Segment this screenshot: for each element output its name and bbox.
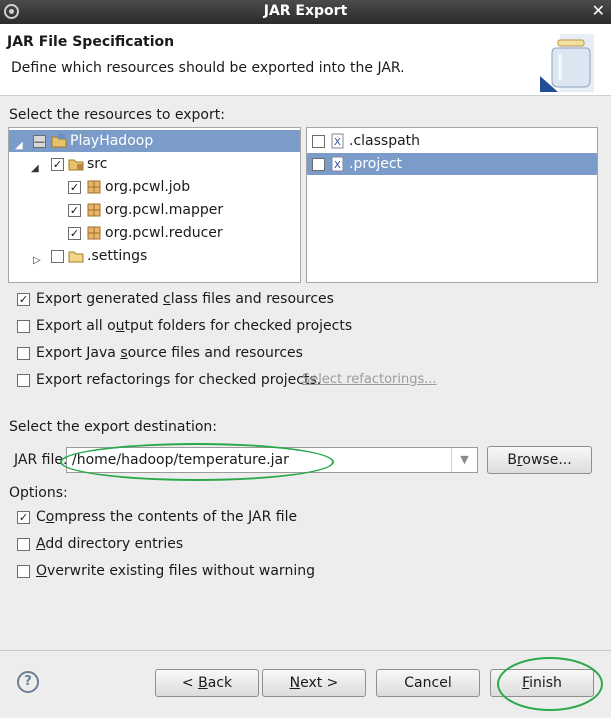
- mnemonic: u: [115, 318, 125, 334]
- page-description: Define which resources should be exporte…: [11, 60, 405, 76]
- expand-arrow-icon[interactable]: ▷: [33, 250, 41, 272]
- mnemonic: N: [289, 675, 301, 691]
- file-item-label: .project: [349, 156, 403, 172]
- tree-checkbox-package[interactable]: ✓: [68, 181, 81, 194]
- window-title: JAR Export: [263, 3, 348, 19]
- project-folder-icon: [51, 134, 67, 148]
- jar-file-label: JAR file:: [14, 452, 68, 468]
- jar-file-combo[interactable]: ▼: [66, 447, 478, 473]
- resources-label: Select the resources to export:: [9, 107, 225, 123]
- export-java-source-checkbox[interactable]: [17, 347, 30, 360]
- page-title: JAR File Specification: [7, 34, 175, 50]
- folder-icon: [68, 251, 84, 263]
- tree-checkbox-src[interactable]: ✓: [51, 158, 64, 171]
- mnemonic: s: [120, 345, 128, 361]
- file-item-label: .classpath: [349, 133, 421, 149]
- export-refactorings-label: Export refactorings for checked projects…: [36, 370, 321, 390]
- compress-checkbox[interactable]: ✓: [17, 511, 30, 524]
- file-item-project[interactable]: X .project: [307, 153, 597, 175]
- resources-file-list[interactable]: X .classpath X .project: [306, 127, 598, 283]
- package-icon: [87, 180, 101, 194]
- export-refactorings-checkbox[interactable]: [17, 374, 30, 387]
- destination-label: Select the export destination:: [9, 419, 218, 435]
- export-output-folders-checkbox[interactable]: [17, 320, 30, 333]
- tree-item-label: org.pcwl.mapper: [105, 202, 224, 218]
- tree-item-package[interactable]: ✓ org.pcwl.job: [9, 176, 300, 198]
- mnemonic: B: [198, 675, 208, 691]
- file-checkbox-project[interactable]: [312, 158, 325, 171]
- button-bar-separator: [0, 650, 611, 651]
- tree-item-settings[interactable]: ▷ .settings: [9, 245, 300, 267]
- export-class-files-checkbox[interactable]: ✓: [17, 293, 30, 306]
- label-part: Export all o: [36, 318, 116, 334]
- label-part: ack: [207, 675, 233, 691]
- tree-item-label: org.pcwl.reducer: [105, 225, 223, 241]
- add-directory-entries-label: Add directory entries: [36, 534, 183, 554]
- dropdown-arrow-icon[interactable]: ▼: [451, 448, 477, 472]
- overwrite-checkbox[interactable]: [17, 565, 30, 578]
- label-part: owse...: [522, 452, 572, 468]
- next-button[interactable]: Next >: [262, 669, 366, 697]
- export-class-files-label: Export generated class files and resourc…: [36, 289, 334, 309]
- source-folder-icon: [68, 159, 84, 171]
- resources-tree[interactable]: ◢ — PlayHadoop ◢ ✓ src ✓ org.pcwl.job ✓ …: [8, 127, 301, 283]
- add-directory-entries-checkbox[interactable]: [17, 538, 30, 551]
- export-java-source-label: Export Java source files and resources: [36, 343, 303, 363]
- mnemonic: c: [163, 291, 171, 307]
- wizard-header: JAR File Specification Define which reso…: [0, 24, 611, 96]
- cancel-button[interactable]: Cancel: [376, 669, 480, 697]
- label-part: dd directory entries: [45, 536, 184, 552]
- svg-text:X: X: [334, 160, 341, 171]
- overwrite-label: Overwrite existing files without warning: [36, 561, 315, 581]
- close-icon[interactable]: ✕: [592, 1, 605, 20]
- jar-file-input[interactable]: [72, 451, 442, 469]
- tree-item-label: org.pcwl.job: [105, 179, 191, 195]
- tree-checkbox-playhadoop[interactable]: —: [33, 135, 46, 148]
- title-bar: JAR Export ✕: [0, 0, 611, 24]
- tree-item-playhadoop[interactable]: ◢ — PlayHadoop: [9, 130, 300, 152]
- tree-checkbox-package[interactable]: ✓: [68, 227, 81, 240]
- label-part: Export refactorings for checked projects…: [36, 372, 322, 388]
- label-part: mpress the contents of the JAR file: [54, 509, 298, 525]
- export-output-folders-label: Export all output folders for checked pr…: [36, 316, 352, 336]
- mnemonic: A: [36, 536, 46, 552]
- svg-text:X: X: [334, 137, 341, 148]
- label-part: ext >: [300, 675, 339, 691]
- label-part: tput folders for checked projects: [124, 318, 353, 334]
- xml-file-icon: X: [331, 156, 344, 172]
- help-icon[interactable]: ?: [17, 671, 39, 693]
- tree-checkbox-settings[interactable]: [51, 250, 64, 263]
- tree-item-label: .settings: [87, 248, 148, 264]
- label-part: Export Java: [36, 345, 121, 361]
- label-part: C: [36, 509, 46, 525]
- label-part: lass files and resources: [170, 291, 334, 307]
- label-part: inish: [529, 675, 562, 691]
- package-icon: [87, 226, 101, 240]
- tree-item-package[interactable]: ✓ org.pcwl.mapper: [9, 199, 300, 221]
- tree-item-label: PlayHadoop: [70, 133, 154, 149]
- label-part: Export generated: [36, 291, 164, 307]
- label-part: B: [507, 452, 517, 468]
- options-label: Options:: [9, 485, 68, 501]
- tree-checkbox-package[interactable]: ✓: [68, 204, 81, 217]
- back-button[interactable]: < Back: [155, 669, 259, 697]
- browse-button[interactable]: Browse...: [487, 446, 592, 474]
- file-checkbox-classpath[interactable]: [312, 135, 325, 148]
- tree-item-src[interactable]: ◢ ✓ src: [9, 153, 300, 175]
- package-icon: [87, 203, 101, 217]
- file-item-classpath[interactable]: X .classpath: [307, 130, 597, 152]
- label-part: ource files and resources: [127, 345, 303, 361]
- label-part: verwrite existing files without warning: [47, 563, 315, 579]
- tree-item-package[interactable]: ✓ org.pcwl.reducer: [9, 222, 300, 244]
- jar-icon: [540, 34, 594, 92]
- xml-file-icon: X: [331, 133, 344, 149]
- compress-label: Compress the contents of the JAR file: [36, 507, 297, 527]
- finish-button[interactable]: Finish: [490, 669, 594, 697]
- select-refactorings-link[interactable]: Select refactorings...: [302, 372, 437, 387]
- mnemonic: O: [36, 563, 48, 579]
- label-part: <: [181, 675, 199, 691]
- tree-item-label: src: [87, 156, 108, 172]
